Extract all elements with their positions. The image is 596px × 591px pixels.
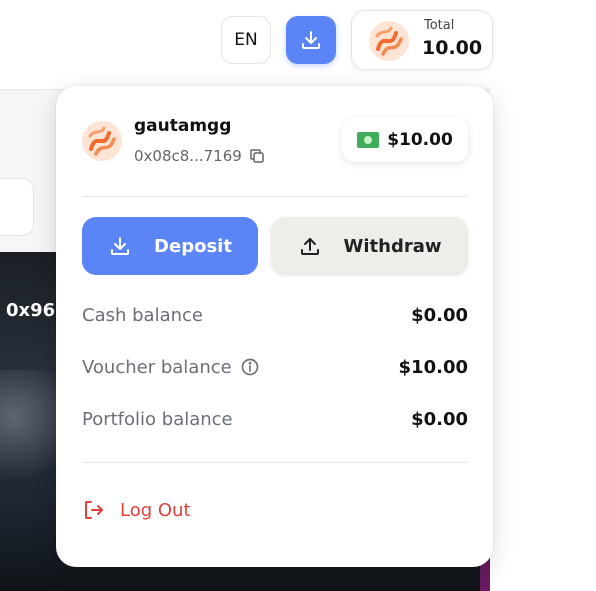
voucher-balance-row: Voucher balance $10.00	[82, 355, 468, 379]
download-button[interactable]	[286, 16, 336, 64]
background-input	[0, 178, 34, 236]
logout-icon	[85, 501, 103, 519]
withdraw-button[interactable]: Withdraw	[271, 217, 468, 275]
balance-label: Portfolio balance	[82, 408, 233, 430]
deposit-label: Deposit	[154, 235, 232, 257]
background-card-text: 0x96	[6, 300, 56, 321]
language-label: EN	[234, 30, 258, 50]
divider	[82, 196, 468, 197]
avatar	[369, 21, 409, 61]
cash-balance-row: Cash balance $0.00	[82, 303, 468, 327]
withdraw-label: Withdraw	[343, 235, 442, 257]
balance-label: Cash balance	[82, 304, 203, 326]
download-icon	[111, 237, 130, 255]
wallet-address: 0x08c8...7169	[134, 147, 266, 165]
total-value: 10.00	[422, 37, 483, 59]
copy-icon[interactable]	[248, 147, 266, 165]
total-balance-button[interactable]: Total 10.00	[351, 10, 493, 70]
total-label: Total	[424, 18, 455, 33]
logout-button[interactable]: Log Out	[82, 498, 191, 522]
balance-label: Voucher balance	[82, 356, 232, 378]
top-header: EN Total 10.00	[0, 0, 596, 90]
username: gautamgg	[134, 116, 232, 136]
balance-amount: $0.00	[411, 408, 468, 430]
divider	[82, 462, 468, 463]
balance-value: $10.00	[387, 130, 453, 150]
language-button[interactable]: EN	[221, 16, 271, 64]
balance-label-wrap: Voucher balance	[82, 357, 260, 378]
info-icon[interactable]	[240, 357, 260, 377]
cash-icon	[357, 132, 380, 148]
balance-amount: $0.00	[411, 304, 468, 326]
balance-badge: $10.00	[342, 118, 468, 162]
upload-icon	[300, 238, 319, 255]
logout-label: Log Out	[120, 499, 191, 521]
deposit-button[interactable]: Deposit	[82, 217, 258, 275]
background-panel	[490, 89, 596, 591]
download-icon	[302, 31, 320, 49]
avatar	[82, 121, 122, 161]
account-dropdown: gautamgg 0x08c8...7169 $10.00 Deposit Wi…	[56, 86, 493, 567]
balance-amount: $10.00	[398, 356, 468, 378]
portfolio-balance-row: Portfolio balance $0.00	[82, 407, 468, 431]
wallet-address-text: 0x08c8...7169	[134, 147, 242, 165]
